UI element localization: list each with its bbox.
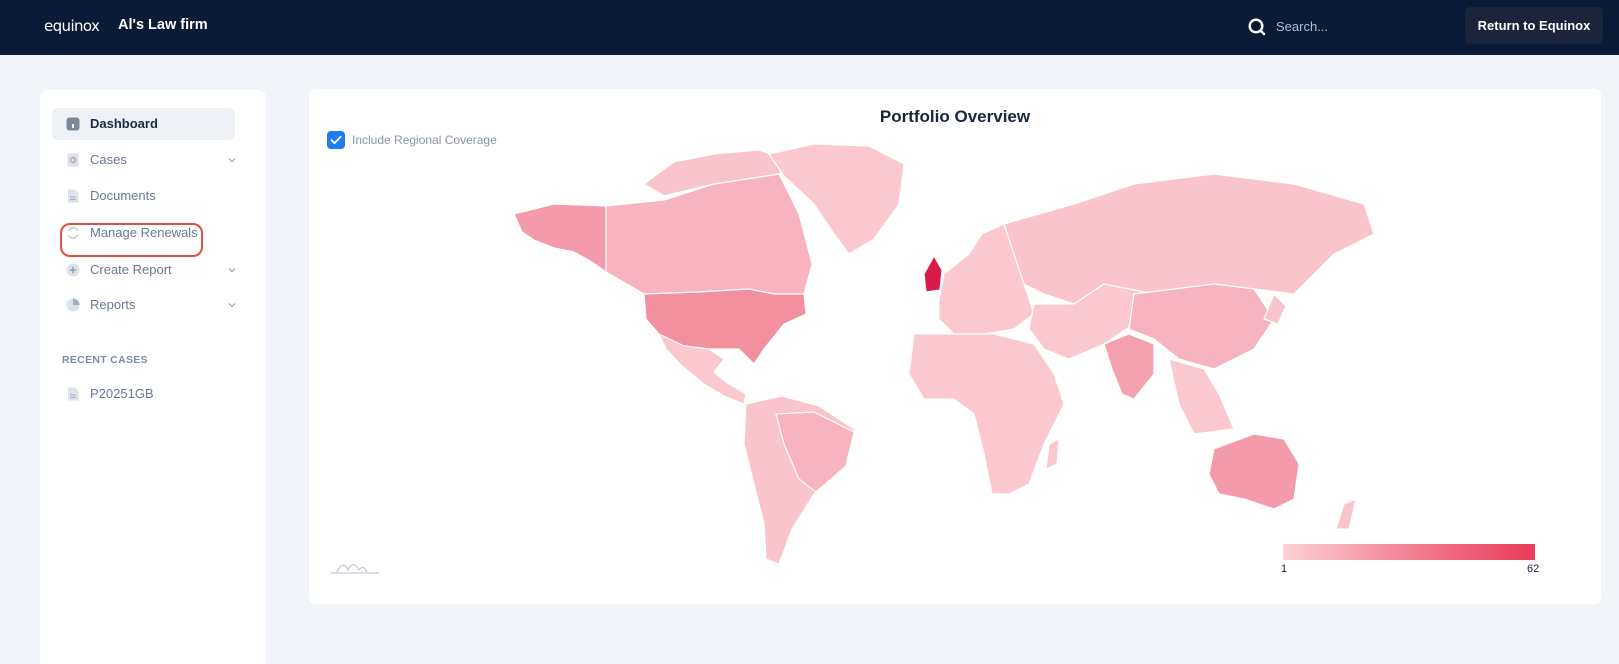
map-region-africa [908, 333, 1065, 495]
cases-icon [67, 153, 79, 167]
sidebar-item-create-report[interactable]: Create Report [52, 254, 237, 286]
map-region-united-kingdom [923, 255, 943, 293]
map-region-usa [643, 288, 807, 365]
return-to-equinox-button[interactable]: Return to Equinox [1465, 7, 1603, 44]
recent-cases-heading: RECENT CASES [62, 354, 148, 366]
top-bar: equinox Al's Law firm Return to Equinox [0, 0, 1619, 55]
map-region-madagascar [1045, 438, 1060, 470]
dashboard-icon [66, 117, 80, 131]
sidebar-item-label: Reports [90, 297, 136, 312]
map-region-new-zealand [1335, 498, 1357, 530]
document-icon [68, 387, 79, 401]
legend-max-label: 62 [1527, 563, 1540, 575]
page-title: Portfolio Overview [879, 107, 1031, 126]
sidebar-item-label: Create Report [90, 262, 172, 277]
chevron-down-icon[interactable] [227, 155, 237, 165]
portfolio-overview-card: Portfolio Overview Include Regional Cove… [309, 89, 1601, 604]
sidebar-item-documents[interactable]: Documents [52, 180, 235, 212]
map-logo-icon [331, 564, 379, 574]
map-region-russia [1003, 173, 1375, 305]
sidebar-item-reports[interactable]: Reports [52, 289, 237, 321]
map-region-india [1103, 333, 1155, 400]
brand-logo[interactable]: equinox [44, 17, 100, 35]
regional-coverage-label[interactable]: Include Regional Coverage [352, 133, 497, 147]
regional-coverage-checkbox[interactable] [327, 131, 345, 149]
document-icon [68, 189, 79, 203]
sidebar: Dashboard Cases Documents Manage Renewal… [40, 90, 266, 664]
sidebar-item-cases[interactable]: Cases [52, 144, 237, 176]
search-input[interactable] [1276, 13, 1426, 39]
map-region-alaska [514, 203, 607, 273]
map-region-australia [1208, 433, 1300, 510]
chevron-down-icon[interactable] [227, 300, 237, 310]
recent-case-item[interactable]: P20251GB [52, 378, 235, 410]
map-region-southeast-asia [1168, 358, 1235, 435]
recent-case-label: P20251GB [90, 386, 154, 401]
firm-name: Al's Law firm [118, 17, 208, 33]
search-icon[interactable] [1247, 17, 1267, 37]
world-map[interactable] [514, 144, 1394, 574]
sidebar-item-label: Cases [90, 152, 127, 167]
sidebar-item-label: Dashboard [90, 116, 158, 131]
sidebar-item-dashboard[interactable]: Dashboard [52, 108, 235, 140]
pie-icon [66, 298, 80, 312]
sidebar-item-label: Documents [90, 188, 156, 203]
map-region-canada [605, 173, 813, 295]
chevron-down-icon[interactable] [227, 265, 237, 275]
plus-icon [66, 263, 80, 277]
checkmark-icon [330, 135, 342, 145]
legend-min-label: 1 [1281, 563, 1288, 575]
legend-color-scale [1283, 544, 1535, 560]
highlight-manage-renewals [60, 223, 203, 257]
